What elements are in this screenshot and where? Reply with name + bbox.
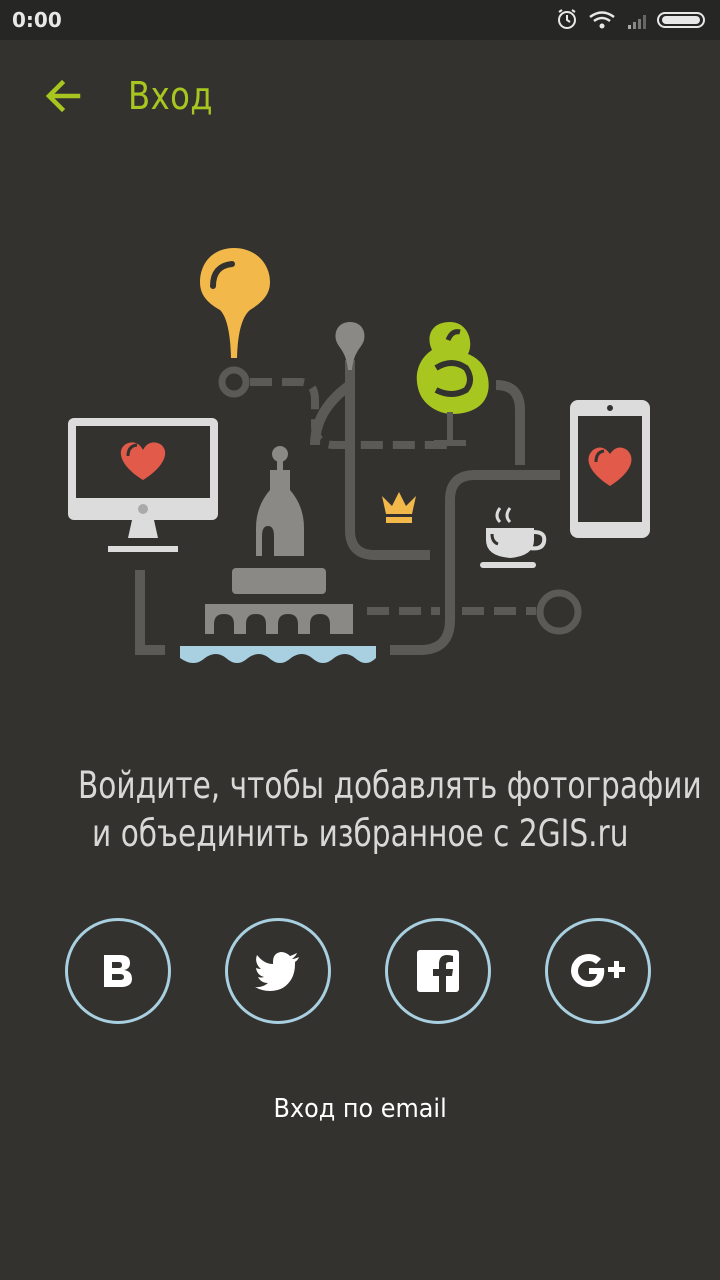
status-icons [558, 9, 705, 29]
route-node-icon [218, 366, 250, 398]
phone-icon [570, 400, 650, 538]
battery-icon [657, 12, 705, 28]
tree-icon [416, 322, 489, 446]
crown-icon [382, 492, 416, 523]
status-time: 0:00 [12, 8, 62, 32]
arrow-left-icon [45, 79, 81, 113]
status-bar: 0:00 [0, 0, 720, 40]
page-title: Вход [128, 74, 214, 118]
message-line-1: Войдите, чтобы добавлять фотографии [77, 764, 702, 807]
back-button[interactable] [38, 70, 90, 122]
city-illustration [68, 248, 650, 663]
coffee-cup-icon [480, 507, 547, 568]
facebook-login-button[interactable] [385, 918, 491, 1024]
monitor-icon [68, 418, 218, 552]
map-pin-icon [200, 248, 270, 358]
water-icon [180, 646, 376, 663]
google-plus-login-button[interactable] [545, 918, 651, 1024]
small-pin-icon [335, 322, 365, 370]
email-login-label: Вход по email [273, 1094, 447, 1124]
vk-login-button[interactable] [65, 918, 171, 1024]
login-message: Войдите, чтобы добавлять фотографии и об… [0, 762, 720, 858]
twitter-login-button[interactable] [225, 918, 331, 1024]
vk-icon [104, 955, 132, 987]
social-login-row [0, 918, 720, 1030]
facebook-icon [417, 950, 459, 992]
message-line-2: и объединить избранное с 2GIS.ru [91, 812, 629, 855]
email-login-link[interactable]: Вход по email [0, 1094, 720, 1124]
google-plus-icon [571, 954, 625, 987]
alarm-icon [558, 9, 576, 29]
route-node-icon [536, 589, 582, 635]
app-bar: Вход [0, 40, 720, 152]
signal-icon [628, 15, 646, 29]
wifi-icon [589, 11, 615, 29]
twitter-icon [255, 952, 299, 991]
